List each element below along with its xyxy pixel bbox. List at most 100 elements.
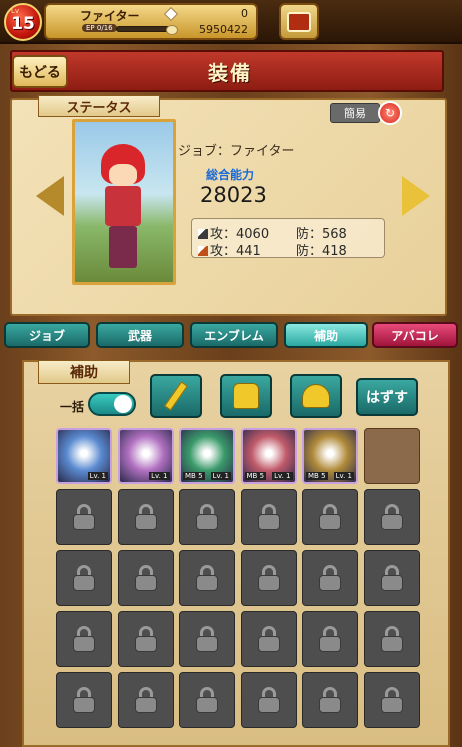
lock-icon <box>196 504 218 530</box>
toggle-knob <box>114 395 132 413</box>
level-value: 15 <box>11 14 35 34</box>
character-legs <box>109 226 137 268</box>
locked-slot[interactable] <box>56 489 112 545</box>
locked-slot[interactable] <box>302 489 358 545</box>
status-section-label: ステータス <box>38 95 160 117</box>
gift-box-button[interactable] <box>279 3 319 40</box>
item-level-badge: Lv. 1 <box>272 472 293 480</box>
player-name: ファイター <box>80 9 140 23</box>
lock-icon <box>257 565 280 591</box>
lock-icon <box>73 687 95 713</box>
next-character-arrow-icon[interactable] <box>402 176 430 216</box>
lock-icon <box>73 504 95 530</box>
locked-slot[interactable] <box>363 550 420 606</box>
top-status-bar: Lv 15 ファイター EP 0/16 0 5950422 <box>0 0 462 44</box>
lock-icon <box>257 687 280 713</box>
locked-slot[interactable] <box>117 611 174 667</box>
character-face <box>109 164 137 186</box>
support-item-card[interactable]: Lv. 1 <box>117 428 174 484</box>
character-torso <box>105 186 141 226</box>
coin-count: 5950422 <box>199 23 248 36</box>
lock-icon <box>319 504 341 530</box>
item-level-badge: Lv. 1 <box>87 472 108 480</box>
simple-view-button[interactable]: 簡易 <box>330 103 380 123</box>
ep-bar <box>116 26 170 32</box>
sword-icon <box>198 229 208 239</box>
locked-slot[interactable] <box>179 611 235 667</box>
support-item-card[interactable]: MB 5 Lv. 1 <box>240 428 297 484</box>
locked-slot[interactable] <box>302 672 358 728</box>
lock-icon <box>380 687 403 713</box>
locked-slot[interactable] <box>302 611 358 667</box>
locked-slot[interactable] <box>117 489 174 545</box>
bulk-toggle[interactable] <box>88 392 136 416</box>
locked-slot[interactable] <box>179 489 235 545</box>
item-mb-badge: MB 5 <box>306 472 328 480</box>
lock-icon <box>134 687 157 713</box>
lock-icon <box>380 626 403 652</box>
bulk-label: 一括 <box>60 400 85 414</box>
empty-item-slot[interactable] <box>363 428 420 484</box>
total-power-value: 28023 <box>200 183 267 207</box>
job-text: ジョブ：ファイター <box>178 144 295 159</box>
filter-armor-button[interactable] <box>220 374 272 418</box>
tab-weapon[interactable]: 武器 <box>96 322 184 348</box>
level-badge: Lv 15 <box>4 3 42 41</box>
ep-value: 0/16 <box>96 24 113 32</box>
locked-slot[interactable] <box>56 611 112 667</box>
filter-helmet-button[interactable] <box>290 374 342 418</box>
filter-sword-button[interactable] <box>150 374 202 418</box>
lock-icon <box>380 565 403 591</box>
locked-slot[interactable] <box>56 672 112 728</box>
character-portrait[interactable] <box>72 119 176 285</box>
ep-label: EP 0/16 <box>82 24 117 32</box>
locked-slot[interactable] <box>117 672 174 728</box>
lock-icon <box>196 687 218 713</box>
locked-slot[interactable] <box>179 672 235 728</box>
locked-slot[interactable] <box>363 489 420 545</box>
player-status-box: ファイター EP 0/16 0 5950422 <box>44 3 258 40</box>
locked-slot[interactable] <box>363 611 420 667</box>
equipment-tabs: ジョブ 武器 エンブレム 補助 アバコレ <box>4 322 460 348</box>
lock-icon <box>134 504 157 530</box>
prev-character-arrow-icon[interactable] <box>36 176 64 216</box>
locked-slot[interactable] <box>363 672 420 728</box>
locked-slot[interactable] <box>240 672 297 728</box>
locked-slot[interactable] <box>117 550 174 606</box>
coin-icon <box>166 25 178 35</box>
staff-icon <box>198 246 208 256</box>
gift-box-icon <box>287 11 311 32</box>
locked-slot[interactable] <box>302 550 358 606</box>
tab-emblem[interactable]: エンブレム <box>190 322 278 348</box>
item-level-badge: Lv. 1 <box>210 472 231 480</box>
locked-slot[interactable] <box>179 550 235 606</box>
tab-avatar-collection[interactable]: アバコレ <box>372 322 458 348</box>
item-mb-badge: MB 5 <box>183 472 205 480</box>
helmet-icon <box>302 384 330 408</box>
gem-icon <box>163 6 179 22</box>
refresh-icon[interactable]: ↻ <box>378 101 402 125</box>
lock-icon <box>380 504 403 530</box>
support-item-card[interactable]: MB 5 Lv. 1 <box>302 428 358 484</box>
lock-icon <box>257 626 280 652</box>
lock-icon <box>134 626 157 652</box>
tab-support[interactable]: 補助 <box>284 322 368 348</box>
locked-slot[interactable] <box>240 611 297 667</box>
support-section-label: 補助 <box>38 360 130 384</box>
lock-icon <box>319 565 341 591</box>
total-power-label: 総合能力 <box>206 168 255 182</box>
item-level-badge: Lv. 1 <box>333 472 354 480</box>
magic-defense: 防：418 <box>296 244 347 259</box>
locked-slot[interactable] <box>240 550 297 606</box>
lock-icon <box>319 626 341 652</box>
locked-slot[interactable] <box>240 489 297 545</box>
remove-button[interactable]: はずす <box>356 378 418 416</box>
armor-icon <box>233 383 259 409</box>
lock-icon <box>73 626 95 652</box>
locked-slot[interactable] <box>56 550 112 606</box>
tab-job[interactable]: ジョブ <box>4 322 90 348</box>
back-button[interactable]: もどる <box>12 55 68 88</box>
stats-box: 攻：4060 防：568 攻：441 防：418 <box>191 218 385 259</box>
support-item-card[interactable]: Lv. 1 <box>56 428 112 484</box>
support-item-card[interactable]: MB 5 Lv. 1 <box>179 428 235 484</box>
